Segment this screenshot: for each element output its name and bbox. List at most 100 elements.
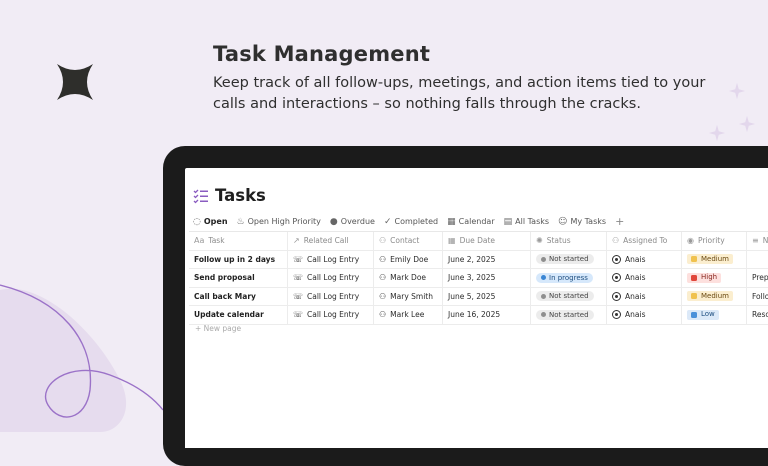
priority-badge: High	[687, 272, 722, 283]
alert-icon: ●	[329, 216, 338, 227]
tab-open[interactable]: ◌ Open	[193, 217, 228, 227]
related-call-cell[interactable]: ☏ Call Log Entry	[288, 250, 374, 268]
due-date-cell[interactable]: June 16, 2025	[443, 306, 531, 324]
due-date-cell[interactable]: June 5, 2025	[443, 287, 531, 305]
new-page-button[interactable]: + New page	[195, 324, 241, 333]
status-cell[interactable]: In progress	[531, 269, 607, 287]
assigned-to-cell[interactable]: Anais	[607, 250, 682, 268]
notion-screen: Tasks ◌ Open ♨ Open High Priority ● Overdue…	[185, 168, 768, 448]
avatar	[612, 310, 621, 320]
table-row[interactable]: Send proposal ☏ Call Log Entry ⚇ Mark Doe …	[189, 269, 768, 288]
priority-badge: Medium	[687, 254, 733, 265]
lines-icon: ≡	[752, 236, 759, 246]
avatar	[612, 254, 621, 264]
small-star-icon	[708, 124, 726, 142]
target-icon: ◉	[687, 236, 694, 246]
people-icon: ⚇	[379, 254, 387, 264]
people-icon: ⚇	[379, 273, 387, 283]
related-call-cell[interactable]: ☏ Call Log Entry	[288, 306, 374, 324]
tab-all-tasks[interactable]: ▤ All Tasks	[504, 217, 549, 227]
column-header-priority[interactable]: ◉ Priority	[682, 232, 747, 250]
checklist-icon	[193, 189, 208, 203]
notes-cell[interactable]	[747, 251, 768, 269]
tab-completed[interactable]: ✓ Completed	[384, 217, 438, 227]
phone-icon: ☏	[293, 254, 304, 264]
column-header-contact[interactable]: ⚇ Contact	[374, 232, 443, 250]
people-icon: ⚇	[379, 236, 387, 246]
priority-badge: Low	[687, 309, 719, 320]
priority-cell[interactable]: High	[682, 269, 747, 287]
status-icon: ✺	[536, 236, 543, 246]
column-header-task[interactable]: Aa Task	[189, 232, 288, 250]
table-row[interactable]: Call back Mary ☏ Call Log Entry ⚇ Mary Smi…	[189, 287, 768, 306]
fire-icon: ♨	[236, 216, 245, 227]
phone-icon: ☏	[293, 291, 304, 301]
calendar-icon: ▦	[448, 236, 456, 246]
tasks-table: Aa Task ↗ Related Call ⚇ Contact ▦ Due Date …	[189, 231, 768, 325]
database-header: Tasks	[193, 186, 266, 205]
contact-cell[interactable]: ⚇ Mark Doe	[374, 269, 443, 287]
circle-icon: ◌	[193, 216, 201, 227]
contact-cell[interactable]: ⚇ Emily Doe	[374, 250, 443, 268]
people-icon: ⚇	[612, 236, 620, 246]
check-icon: ✓	[383, 216, 392, 227]
table-icon: ▤	[503, 216, 513, 227]
task-cell[interactable]: Follow up in 2 days	[189, 250, 288, 268]
tab-calendar[interactable]: ▦ Calendar	[447, 217, 495, 227]
notes-cell[interactable]: Follo	[747, 288, 768, 306]
contact-cell[interactable]: ⚇ Mark Lee	[374, 306, 443, 324]
avatar	[612, 273, 621, 283]
database-title: Tasks	[215, 186, 266, 205]
status-cell[interactable]: Not started	[531, 250, 607, 268]
notes-cell[interactable]: Resch	[747, 306, 768, 324]
related-call-cell[interactable]: ☏ Call Log Entry	[288, 287, 374, 305]
assigned-to-cell[interactable]: Anais	[607, 269, 682, 287]
column-header-assigned-to[interactable]: ⚇ Assigned To	[607, 232, 682, 250]
priority-cell[interactable]: Low	[682, 306, 747, 324]
column-header-notes[interactable]: ≡ N	[747, 232, 768, 250]
status-cell[interactable]: Not started	[531, 306, 607, 324]
people-icon: ⚇	[379, 291, 387, 301]
priority-cell[interactable]: Medium	[682, 250, 747, 268]
calendar-icon: ▦	[447, 216, 456, 227]
tab-overdue[interactable]: ● Overdue	[330, 217, 375, 227]
task-cell[interactable]: Send proposal	[189, 269, 288, 287]
due-date-cell[interactable]: June 3, 2025	[443, 269, 531, 287]
status-badge: Not started	[536, 291, 594, 302]
priority-badge: Medium	[687, 291, 733, 302]
task-cell[interactable]: Call back Mary	[189, 287, 288, 305]
table-header-row: Aa Task ↗ Related Call ⚇ Contact ▦ Due Date …	[189, 232, 768, 251]
small-star-icon	[738, 115, 756, 133]
small-star-icon	[728, 82, 746, 100]
notes-cell[interactable]: Prepa	[747, 269, 768, 287]
text-icon: Aa	[194, 236, 205, 246]
tab-open-high-priority[interactable]: ♨ Open High Priority	[237, 217, 321, 227]
status-badge: Not started	[536, 254, 594, 265]
avatar	[612, 291, 621, 301]
column-header-due-date[interactable]: ▦ Due Date	[443, 232, 531, 250]
add-view-button[interactable]: +	[615, 215, 624, 228]
hero-title: Task Management	[213, 42, 431, 66]
table-row[interactable]: Follow up in 2 days ☏ Call Log Entry ⚇ Emi…	[189, 250, 768, 269]
assigned-to-cell[interactable]: Anais	[607, 287, 682, 305]
phone-icon: ☏	[293, 273, 304, 283]
view-tabs: ◌ Open ♨ Open High Priority ● Overdue ✓ Comp…	[193, 215, 633, 228]
task-cell[interactable]: Update calendar	[189, 306, 288, 324]
priority-cell[interactable]: Medium	[682, 287, 747, 305]
status-cell[interactable]: Not started	[531, 287, 607, 305]
phone-icon: ☏	[293, 310, 304, 320]
contact-cell[interactable]: ⚇ Mary Smith	[374, 287, 443, 305]
status-badge: Not started	[536, 309, 594, 320]
hero-subtitle: Keep track of all follow-ups, meetings, …	[213, 75, 706, 112]
people-icon: ⚇	[379, 310, 387, 320]
due-date-cell[interactable]: June 2, 2025	[443, 250, 531, 268]
person-icon: ☺	[558, 216, 568, 227]
related-call-cell[interactable]: ☏ Call Log Entry	[288, 269, 374, 287]
table-row[interactable]: Update calendar ☏ Call Log Entry ⚇ Mark Le…	[189, 306, 768, 325]
tab-my-tasks[interactable]: ☺ My Tasks	[558, 217, 606, 227]
assigned-to-cell[interactable]: Anais	[607, 306, 682, 324]
column-header-related-call[interactable]: ↗ Related Call	[288, 232, 374, 250]
column-header-status[interactable]: ✺ Status	[531, 232, 607, 250]
sparkle-icon	[57, 64, 93, 100]
status-badge: In progress	[536, 272, 593, 283]
